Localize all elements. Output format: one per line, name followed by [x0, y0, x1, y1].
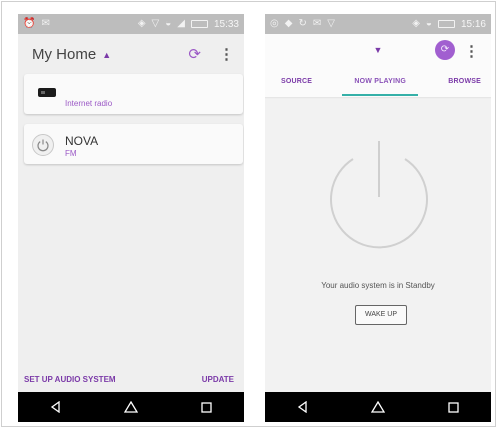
- recents-square-icon[interactable]: [441, 397, 465, 417]
- status-time: 15:16: [460, 18, 486, 30]
- device-subtitle: FM: [65, 149, 77, 158]
- wake-up-button[interactable]: WAKE UP: [355, 305, 407, 325]
- tab-bar: SOURCE NOW PLAYING BROWSE: [265, 66, 491, 98]
- android-nav-bar: [18, 392, 244, 422]
- wifi-icon: ◒: [425, 18, 432, 29]
- shield-icon: ▽: [327, 18, 335, 29]
- home-title[interactable]: My Home: [32, 46, 96, 63]
- status-bar: ⏰ ✉ ◈ ▽ ◒ ◢ 15:33: [18, 14, 244, 34]
- battery-icon: [437, 20, 455, 28]
- mail-icon: ✉: [312, 18, 322, 29]
- mail-icon: ✉: [41, 18, 50, 29]
- signal-icon: ◢: [177, 18, 185, 29]
- status-bar: ◎ ◆ ↻ ✉ ▽ ◈ ◒ 15:16: [265, 14, 491, 34]
- device-card-internet-radio[interactable]: Internet radio: [24, 74, 243, 114]
- home-header: My Home ▲ ⟳ ⋮: [18, 34, 244, 74]
- phone-now-playing-screen: ◎ ◆ ↻ ✉ ▽ ◈ ◒ 15:16 ▼ ⟳ ⋮ SOURCE NOW PLA…: [265, 14, 491, 422]
- tab-browse[interactable]: BROWSE: [446, 69, 483, 94]
- screenshot-frame: ⏰ ✉ ◈ ▽ ◒ ◢ 15:33 My Home ▲ ⟳ ⋮ Internet…: [1, 1, 496, 427]
- android-nav-bar: [265, 392, 491, 422]
- home-icon[interactable]: [366, 397, 390, 417]
- vibrate-icon: ◈: [412, 18, 420, 29]
- notification-icon: ◎: [270, 18, 279, 29]
- device-card-nova[interactable]: NOVA FM: [24, 124, 243, 164]
- setup-audio-system-button[interactable]: SET UP AUDIO SYSTEM: [24, 375, 116, 384]
- radio-device-icon: [38, 88, 56, 97]
- refresh-icon[interactable]: ⟳: [188, 45, 201, 63]
- standby-power-icon: [330, 141, 428, 249]
- home-footer: SET UP AUDIO SYSTEM UPDATE: [18, 366, 244, 392]
- back-triangle-icon[interactable]: [291, 397, 315, 417]
- caret-up-icon[interactable]: ▲: [102, 50, 111, 60]
- back-triangle-icon[interactable]: [44, 397, 68, 417]
- now-playing-body: Your audio system is in Standby WAKE UP: [265, 99, 491, 392]
- phone-home-screen: ⏰ ✉ ◈ ▽ ◒ ◢ 15:33 My Home ▲ ⟳ ⋮ Internet…: [18, 14, 244, 422]
- power-icon[interactable]: [32, 134, 54, 156]
- recents-square-icon[interactable]: [194, 397, 218, 417]
- user-avatar[interactable]: ⟳: [435, 40, 455, 60]
- chat-icon: ◆: [284, 18, 293, 29]
- vibrate-icon: ◈: [137, 18, 146, 29]
- device-subtitle: Internet radio: [65, 99, 113, 108]
- update-button[interactable]: UPDATE: [202, 375, 234, 384]
- standby-message: Your audio system is in Standby: [321, 281, 435, 290]
- caret-down-icon[interactable]: ▼: [374, 45, 383, 55]
- alarm-icon: ⏰: [23, 18, 36, 29]
- more-vert-icon[interactable]: ⋮: [219, 45, 234, 63]
- device-title: NOVA: [65, 134, 99, 148]
- more-vert-icon[interactable]: ⋮: [464, 42, 479, 60]
- status-time: 15:33: [213, 18, 239, 30]
- tab-now-playing[interactable]: NOW PLAYING: [342, 69, 418, 96]
- now-playing-header: ▼ ⟳ ⋮: [265, 34, 491, 66]
- home-icon[interactable]: [119, 397, 143, 417]
- wifi-icon: ◒: [165, 18, 172, 29]
- sync-icon: ↻: [298, 18, 307, 29]
- battery-icon: [190, 20, 208, 28]
- tab-source[interactable]: SOURCE: [279, 69, 314, 94]
- shield-icon: ▽: [151, 18, 160, 29]
